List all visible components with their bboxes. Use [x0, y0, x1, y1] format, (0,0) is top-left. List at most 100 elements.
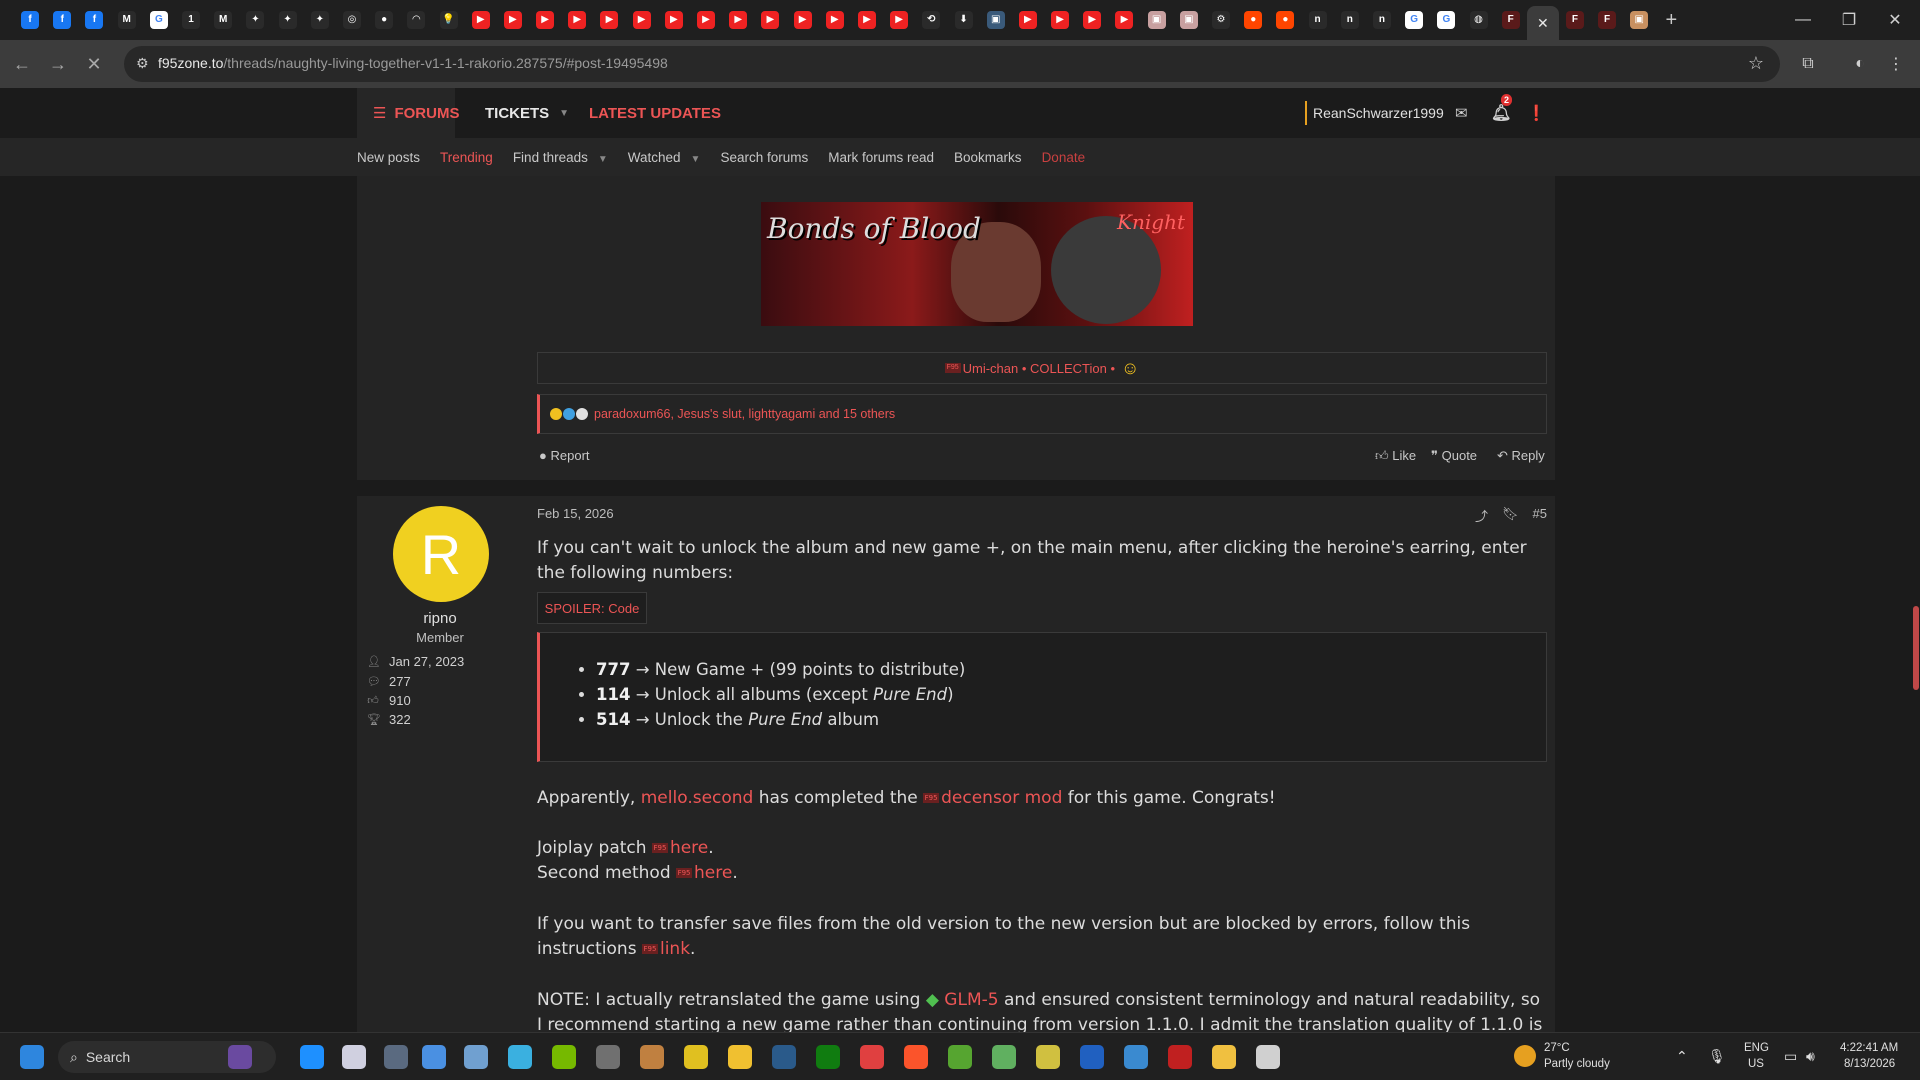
subnav-search-forums[interactable]: Search forums: [720, 150, 808, 165]
weather-icon[interactable]: [1514, 1045, 1536, 1067]
tab-1[interactable]: 1: [175, 0, 207, 40]
app-blue-icon[interactable]: [1080, 1045, 1104, 1069]
bookmark-icon[interactable]: 🔖︎: [1502, 506, 1519, 525]
spoiler-button[interactable]: SPOILER: Code: [537, 592, 647, 624]
post-username[interactable]: ripno: [357, 610, 523, 627]
desktop-icon[interactable]: [508, 1045, 532, 1069]
clock-time[interactable]: 4:22:41 AM: [1840, 1042, 1898, 1054]
user-menu[interactable]: ReanSchwarzer1999: [1305, 101, 1444, 125]
chevron-up-icon[interactable]: ⌃: [1676, 1048, 1688, 1065]
chrome-icon[interactable]: [860, 1045, 884, 1069]
microphone-icon[interactable]: 🎙︎: [1708, 1048, 1726, 1065]
chevron-down-icon[interactable]: ▼: [598, 154, 608, 165]
youtube-tab[interactable]: ▶: [658, 0, 690, 40]
clock-date[interactable]: 8/13/2026: [1844, 1058, 1895, 1070]
extensions-icon[interactable]: ⧉: [1794, 50, 1822, 78]
nav-forums[interactable]: ☰ FORUMS: [357, 88, 459, 138]
calculator-icon[interactable]: [384, 1045, 408, 1069]
active-tab-close-icon[interactable]: ✕: [1526, 6, 1559, 40]
f95-tab[interactable]: F: [1591, 0, 1623, 40]
subnav-new-posts[interactable]: New posts: [357, 150, 420, 165]
reply-button[interactable]: ↶ Reply: [1497, 448, 1545, 464]
second-method-link[interactable]: here: [694, 863, 732, 883]
reactions-bar[interactable]: paradoxum66, Jesus's slut, lighttyagami …: [537, 394, 1547, 434]
signature-text[interactable]: Umi-chan • COLLECTion •: [963, 361, 1115, 376]
youtube-tab[interactable]: ▶: [1012, 0, 1044, 40]
minimize-button[interactable]: —: [1780, 0, 1826, 40]
f95-tab[interactable]: F: [1495, 0, 1527, 40]
close-window-button[interactable]: ✕: [1872, 0, 1918, 40]
youtube-tab[interactable]: ▶: [626, 0, 658, 40]
joiplay-link[interactable]: here: [670, 838, 708, 858]
subnav-find-threads[interactable]: Find threads ▼: [513, 150, 608, 165]
gemini-tab[interactable]: ✦: [304, 0, 336, 40]
quote-button[interactable]: ❞ Quote: [1431, 448, 1477, 464]
youtube-tab[interactable]: ▶: [851, 0, 883, 40]
gmail-tab[interactable]: M: [207, 0, 239, 40]
gemini-tab[interactable]: ✦: [239, 0, 271, 40]
youtube-tab[interactable]: ▶: [819, 0, 851, 40]
image-tab[interactable]: ▣: [1141, 0, 1173, 40]
tab-red-arc[interactable]: ◠: [400, 0, 432, 40]
notes-icon[interactable]: [422, 1045, 446, 1069]
youtube-tab[interactable]: ▶: [883, 0, 915, 40]
stop-loading-icon[interactable]: ✕: [80, 50, 108, 78]
facebook-tab[interactable]: f: [78, 0, 110, 40]
lightbulb-tab[interactable]: 💡: [432, 0, 464, 40]
browser-menu-icon[interactable]: ⋮: [1882, 50, 1910, 78]
reactions-text[interactable]: paradoxum66, Jesus's slut, lighttyagami …: [594, 407, 895, 421]
youtube-tab[interactable]: ▶: [561, 0, 593, 40]
glm-link[interactable]: GLM-5: [944, 990, 998, 1010]
decensor-link[interactable]: decensor mod: [941, 788, 1062, 808]
google-tab[interactable]: G: [143, 0, 175, 40]
url-text[interactable]: f95zone.to/threads/naughty-living-togeth…: [158, 55, 668, 71]
app-steam2-icon[interactable]: [1124, 1045, 1148, 1069]
gmail-tab[interactable]: M: [111, 0, 143, 40]
profile-avatar[interactable]: ◐: [1846, 50, 1874, 78]
brave-icon[interactable]: [904, 1045, 928, 1069]
reddit-tab[interactable]: ●: [1269, 0, 1301, 40]
subnav-trending[interactable]: Trending: [440, 150, 493, 165]
share-icon[interactable]: ⤴: [1475, 506, 1488, 525]
restore-button[interactable]: ❐: [1826, 0, 1872, 40]
youtube-tab[interactable]: ▶: [465, 0, 497, 40]
edge-icon[interactable]: [300, 1045, 324, 1069]
back-icon[interactable]: ←: [8, 50, 36, 78]
instructions-link[interactable]: link: [660, 939, 690, 959]
app-yellow-icon[interactable]: [684, 1045, 708, 1069]
nav-tickets[interactable]: TICKETS ▼: [485, 88, 569, 138]
like-button[interactable]: 👍︎ Like: [1375, 448, 1416, 464]
gemini-tab[interactable]: ✦: [272, 0, 304, 40]
n-tab[interactable]: n: [1366, 0, 1398, 40]
youtube-tab[interactable]: ▶: [690, 0, 722, 40]
nvidia-icon[interactable]: [552, 1045, 576, 1069]
youtube-tab[interactable]: ▶: [593, 0, 625, 40]
chevron-down-icon[interactable]: ▼: [691, 154, 701, 165]
site-info-icon[interactable]: ⚙: [136, 55, 149, 72]
youtube-tab[interactable]: ▶: [1044, 0, 1076, 40]
app-white-icon[interactable]: [1256, 1045, 1280, 1069]
new-tab-button[interactable]: +: [1655, 0, 1687, 40]
scrollbar-thumb[interactable]: [1913, 606, 1919, 690]
reddit-tab[interactable]: ●: [1237, 0, 1269, 40]
volume-icon[interactable]: 🔊︎: [1806, 1048, 1815, 1065]
subnav-donate[interactable]: Donate: [1042, 150, 1086, 165]
feedback-icon[interactable]: ❗: [1527, 88, 1546, 138]
n-tab[interactable]: n: [1302, 0, 1334, 40]
facebook-tab[interactable]: f: [46, 0, 78, 40]
image-tab[interactable]: ▣: [1173, 0, 1205, 40]
camera-icon[interactable]: [464, 1045, 488, 1069]
steam-icon[interactable]: [772, 1045, 796, 1069]
nav-latest-updates[interactable]: LATEST UPDATES: [589, 88, 721, 138]
youtube-tab[interactable]: ▶: [1108, 0, 1140, 40]
subnav-watched[interactable]: Watched ▼: [628, 150, 701, 165]
globe-tab[interactable]: ◍: [1462, 0, 1494, 40]
forward-icon[interactable]: →: [44, 50, 72, 78]
facebook-tab[interactable]: f: [14, 0, 46, 40]
app-red-icon[interactable]: [1168, 1045, 1192, 1069]
history-tab[interactable]: ⟲: [915, 0, 947, 40]
avatar[interactable]: R: [393, 506, 489, 602]
xbox-app-icon[interactable]: [992, 1045, 1016, 1069]
youtube-tab[interactable]: ▶: [497, 0, 529, 40]
network-icon[interactable]: ▭: [1784, 1048, 1797, 1065]
